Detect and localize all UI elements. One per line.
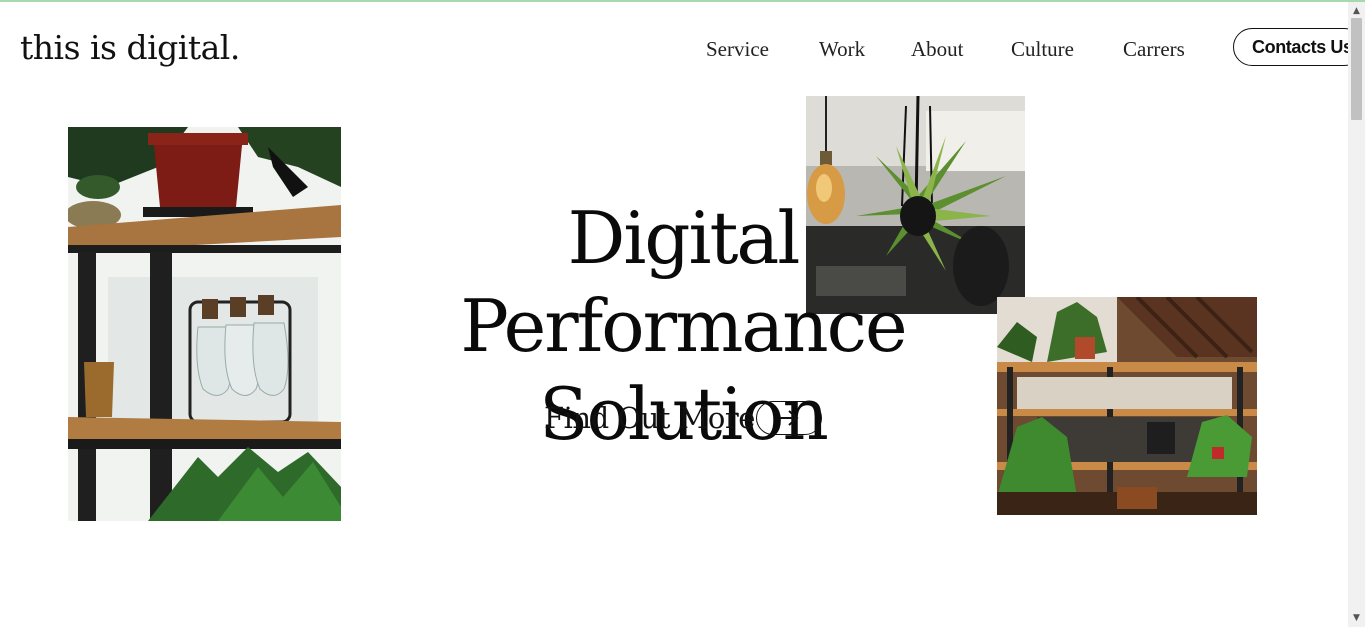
nav-item-work[interactable]: Work — [819, 37, 865, 62]
find-out-more-link[interactable]: Find Out More — [544, 401, 755, 435]
arrow-right-icon — [780, 410, 799, 426]
scroll-thumb[interactable] — [1351, 18, 1362, 120]
nav-item-service[interactable]: Service — [706, 37, 769, 62]
find-out-more-button[interactable] — [756, 401, 822, 435]
page: this is digital. Service Work About Cult… — [0, 2, 1348, 627]
vertical-scrollbar[interactable]: ▲ ▼ — [1348, 2, 1365, 627]
nav-item-culture[interactable]: Culture — [1011, 37, 1074, 62]
shelf-plants-photo — [68, 127, 341, 521]
find-out-more: Find Out More — [544, 400, 822, 436]
site-logo[interactable]: this is digital. — [20, 28, 240, 67]
scroll-up-icon[interactable]: ▲ — [1353, 6, 1360, 16]
office-shelves-photo — [997, 297, 1257, 515]
hanging-plant-photo — [806, 96, 1025, 314]
contacts-us-button[interactable]: Contacts Us — [1233, 28, 1348, 66]
scroll-down-icon[interactable]: ▼ — [1353, 613, 1360, 623]
nav-item-carrers[interactable]: Carrers — [1123, 37, 1185, 62]
nav-item-about[interactable]: About — [911, 37, 964, 62]
